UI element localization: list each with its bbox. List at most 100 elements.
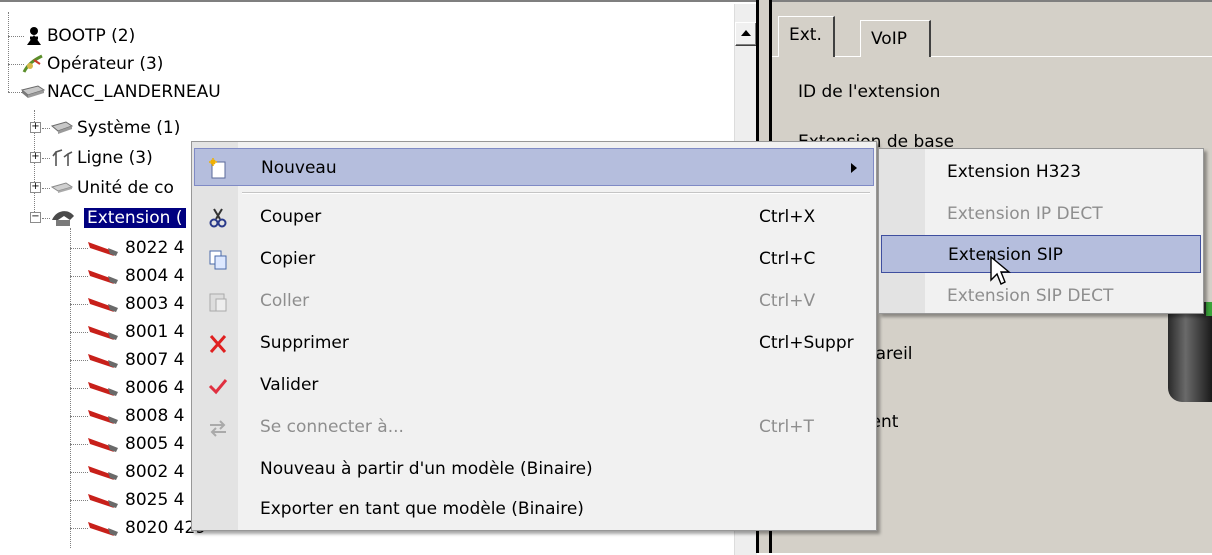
tree-node-label: 8025 4	[125, 490, 185, 510]
bootp-icon	[24, 26, 44, 51]
tree-node-label: 8002 4	[125, 462, 185, 482]
tree-connector	[8, 12, 9, 92]
tree-node-extension-item[interactable]: 8008 4	[122, 404, 187, 428]
expand-icon[interactable]: +	[30, 182, 41, 193]
tree-node-extension-item[interactable]: 8003 4	[122, 292, 187, 316]
tree-connector	[42, 158, 50, 159]
menu-item-shortcut: Ctrl+V	[759, 291, 816, 311]
menu-item-label: Copier	[260, 249, 316, 269]
menu-item-label: Supprimer	[260, 333, 349, 353]
scroll-up-button[interactable]	[735, 22, 757, 46]
menu-item-paste[interactable]: Coller Ctrl+V	[194, 282, 874, 320]
sip-phone-icon	[86, 322, 120, 347]
tab-ext[interactable]: Ext.	[778, 16, 835, 57]
delete-icon	[208, 333, 228, 353]
tree-node-extension-item[interactable]: 8001 4	[122, 320, 187, 344]
tree-node-label: 8005 4	[125, 434, 185, 454]
tree-node-label: Extension (	[83, 207, 187, 229]
menu-item-cut[interactable]: Couper Ctrl+X	[194, 198, 874, 236]
tab-strip-border	[772, 56, 1212, 57]
submenu-item-extension-sip-dect[interactable]: Extension SIP DECT	[881, 277, 1201, 315]
sip-phone-icon	[86, 518, 120, 543]
sip-phone-icon	[86, 266, 120, 291]
menu-item-label: Nouveau à partir d'un modèle (Binaire)	[260, 459, 593, 479]
menu-item-copy[interactable]: Copier Ctrl+C	[194, 240, 874, 278]
menu-item-label: Extension H323	[947, 162, 1082, 182]
tree-node-label: Opérateur (3)	[47, 54, 164, 74]
operator-icon	[22, 54, 44, 79]
tree-node-extension-item[interactable]: 8022 4	[122, 236, 187, 260]
tree-node-extension-item[interactable]: 8007 4	[122, 348, 187, 372]
copy-icon	[208, 249, 228, 270]
tree-connector	[42, 188, 50, 189]
context-menu: Nouveau Couper Ctrl+X Copier Ctrl+C Coll…	[191, 141, 877, 531]
sip-phone-icon	[86, 462, 120, 487]
menu-item-validate[interactable]: Valider	[194, 366, 874, 404]
tree-node-system[interactable]: Système (1)	[74, 116, 183, 140]
sip-phone-icon	[86, 350, 120, 375]
device-led	[1206, 302, 1212, 316]
line-icon	[52, 148, 74, 173]
tree-node-bootp[interactable]: BOOTP (2)	[44, 24, 138, 48]
checkmark-icon	[208, 375, 228, 395]
extension-id-label: ID de l'extension	[798, 82, 941, 102]
system-icon	[50, 120, 74, 141]
mouse-pointer-icon	[990, 255, 1012, 293]
control-unit-icon	[50, 180, 74, 200]
control-unit-icon	[20, 84, 46, 105]
tree-node-line[interactable]: Ligne (3)	[74, 146, 156, 170]
tree-node-label: 8008 4	[125, 406, 185, 426]
sip-phone-icon	[86, 490, 120, 515]
expand-icon[interactable]: +	[30, 152, 41, 163]
menu-item-label: Couper	[260, 207, 322, 227]
tree-node-label: 8004 4	[125, 266, 185, 286]
tree-node-extension-item[interactable]: 8006 4	[122, 376, 187, 400]
new-submenu: Extension H323 Extension IP DECT Extensi…	[878, 148, 1204, 314]
tree-node-label: Système (1)	[77, 118, 181, 138]
tree-node-label: 8022 4	[125, 238, 185, 258]
menu-separator	[242, 192, 870, 194]
sip-phone-icon	[86, 238, 120, 263]
sip-phone-icon	[86, 294, 120, 319]
tree-node-label: BOOTP (2)	[47, 26, 136, 46]
cut-icon	[208, 207, 228, 228]
tree-node-control-unit[interactable]: Unité de co	[74, 176, 177, 200]
tree-node-label: 8006 4	[125, 378, 185, 398]
tree-node-label: 8003 4	[125, 294, 185, 314]
menu-item-delete[interactable]: Supprimer Ctrl+Suppr	[194, 324, 874, 362]
menu-item-label: Extension SIP DECT	[947, 286, 1114, 306]
tree-node-operator[interactable]: Opérateur (3)	[44, 52, 166, 76]
tree-node-extension-item[interactable]: 8002 4	[122, 460, 187, 484]
connect-arrows-icon	[208, 417, 228, 437]
submenu-item-extension-h323[interactable]: Extension H323	[881, 153, 1201, 191]
sip-phone-icon	[86, 434, 120, 459]
menu-item-label: Exporter en tant que modèle (Binaire)	[260, 499, 584, 519]
menu-item-export-template[interactable]: Exporter en tant que modèle (Binaire)	[194, 490, 874, 528]
collapse-icon[interactable]: −	[30, 212, 41, 223]
device-image	[1168, 302, 1212, 402]
tree-node-nacc-landerneau[interactable]: NACC_LANDERNEAU	[44, 80, 224, 104]
submenu-item-extension-sip[interactable]: Extension SIP	[881, 235, 1201, 273]
menu-item-shortcut: Ctrl+Suppr	[759, 333, 854, 353]
sip-phone-icon	[86, 378, 120, 403]
tree-node-extension-item[interactable]: 8004 4	[122, 264, 187, 288]
menu-item-shortcut: Ctrl+C	[759, 249, 816, 269]
extension-phone-icon	[50, 206, 76, 233]
tree-node-extension-item[interactable]: 8025 4	[122, 488, 187, 512]
tree-node-extension-item[interactable]: 8005 4	[122, 432, 187, 456]
menu-item-label: Extension IP DECT	[947, 204, 1103, 224]
tree-connector	[42, 218, 50, 219]
menu-item-label: Se connecter à...	[260, 417, 404, 437]
tree-node-label: NACC_LANDERNEAU	[47, 82, 221, 102]
menu-item-connect[interactable]: Se connecter à... Ctrl+T	[194, 408, 874, 446]
menu-item-new[interactable]: Nouveau	[194, 148, 874, 186]
expand-icon[interactable]: +	[30, 122, 41, 133]
submenu-arrow-icon	[851, 163, 857, 173]
tree-connector	[8, 36, 24, 37]
sip-phone-icon	[86, 406, 120, 431]
tab-voip[interactable]: VoIP	[860, 20, 931, 57]
menu-item-shortcut: Ctrl+T	[759, 417, 814, 437]
tree-node-extension[interactable]: Extension (	[83, 206, 187, 230]
submenu-item-extension-ip-dect[interactable]: Extension IP DECT	[881, 195, 1201, 233]
menu-item-new-from-template[interactable]: Nouveau à partir d'un modèle (Binaire)	[194, 450, 874, 488]
